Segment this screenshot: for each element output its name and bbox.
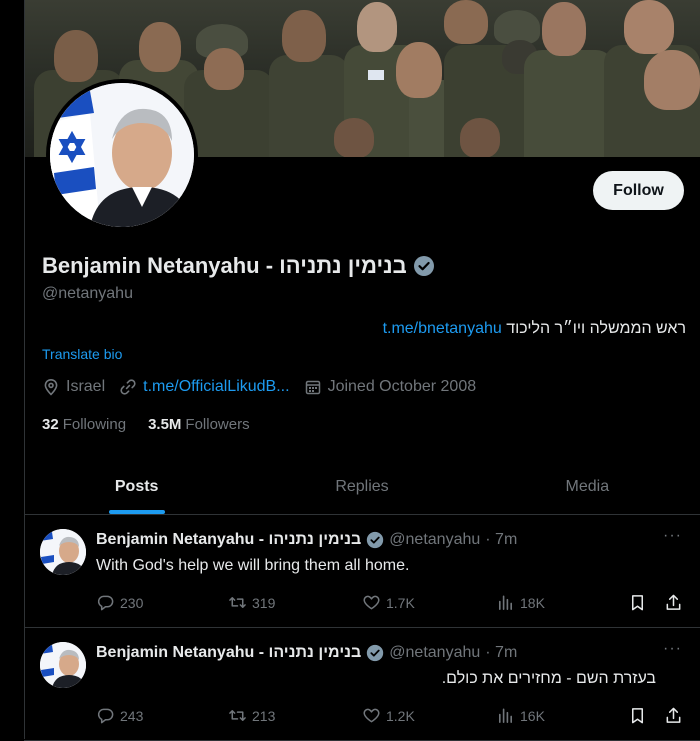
more-icon[interactable]: ··· bbox=[663, 527, 682, 545]
repost-button[interactable]: 213 bbox=[228, 706, 275, 725]
share-icon bbox=[666, 707, 681, 723]
reply-button[interactable]: 230 bbox=[96, 593, 143, 612]
post-actions: 243 213 1.2K 16K bbox=[96, 706, 686, 726]
bio-text: ראש הממשלה ויו״ר הליכוד bbox=[506, 320, 686, 337]
like-count: 1.2K bbox=[386, 707, 415, 724]
verified-badge-icon bbox=[367, 644, 384, 662]
bookmark-button[interactable] bbox=[628, 706, 647, 725]
profile-tabs: Posts Replies Media bbox=[24, 459, 700, 515]
post-author-handle[interactable]: @netanyahu bbox=[389, 531, 480, 549]
views-icon bbox=[498, 708, 513, 723]
post-item[interactable]: Benjamin Netanyahu - בנימין נתניהו @neta… bbox=[24, 515, 700, 628]
translate-bio-link[interactable]: Translate bio bbox=[42, 346, 122, 362]
post-item[interactable]: Benjamin Netanyahu - בנימין נתניהו @neta… bbox=[24, 628, 700, 741]
repost-count: 213 bbox=[252, 707, 276, 724]
share-icon bbox=[666, 594, 681, 610]
heart-icon bbox=[363, 708, 380, 723]
followers-count: 3.5M bbox=[148, 416, 182, 433]
post-timestamp[interactable]: · 7m bbox=[485, 531, 517, 549]
reply-button[interactable]: 243 bbox=[96, 706, 143, 725]
post-author-name[interactable]: Benjamin Netanyahu - בנימין נתניהו bbox=[96, 531, 361, 549]
views-icon bbox=[498, 595, 513, 610]
profile-joined: Joined October 2008 bbox=[304, 378, 477, 396]
tab-replies-label: Replies bbox=[335, 477, 389, 495]
profile-display-name: Benjamin Netanyahu - בנימין נתניהו bbox=[42, 253, 407, 278]
repost-icon bbox=[229, 709, 246, 722]
left-rail bbox=[0, 0, 25, 739]
tab-media-label: Media bbox=[565, 477, 610, 495]
profile-name-row: Benjamin Netanyahu - בנימין נתניהו bbox=[42, 253, 435, 279]
repost-button[interactable]: 319 bbox=[228, 593, 275, 612]
like-button[interactable]: 1.7K bbox=[362, 593, 415, 612]
post-avatar[interactable] bbox=[40, 529, 86, 575]
post-timestamp[interactable]: · 7m bbox=[485, 644, 517, 662]
profile-meta: Israel t.me/OfficialLikudB... Joined Oct… bbox=[42, 378, 490, 396]
profile-avatar-frame bbox=[46, 79, 198, 231]
tab-posts-label: Posts bbox=[114, 477, 159, 495]
website-link[interactable]: t.me/OfficialLikudB... bbox=[143, 378, 289, 396]
follow-button[interactable]: Follow bbox=[593, 171, 684, 210]
active-tab-indicator bbox=[108, 510, 165, 514]
bio-link[interactable]: t.me/bnetanyahu bbox=[383, 320, 502, 337]
views-button[interactable]: 18K bbox=[496, 593, 545, 612]
reply-icon bbox=[97, 595, 114, 611]
following-count: 32 bbox=[42, 416, 59, 433]
tab-posts[interactable]: Posts bbox=[24, 459, 249, 514]
more-icon[interactable]: ··· bbox=[663, 640, 682, 658]
profile-location: Israel bbox=[42, 378, 105, 396]
views-count: 16K bbox=[520, 707, 545, 724]
bookmark-icon bbox=[631, 595, 644, 611]
post-text: בעזרת השם - מחזירים את כולם. bbox=[441, 670, 656, 687]
profile-handle: @netanyahu bbox=[42, 285, 133, 302]
share-button[interactable] bbox=[664, 706, 683, 725]
reply-icon bbox=[97, 708, 114, 724]
post-text: With God's help we will bring them all h… bbox=[96, 557, 410, 574]
link-icon bbox=[120, 379, 136, 395]
post-actions: 230 319 1.7K 18K bbox=[96, 593, 686, 613]
tab-media[interactable]: Media bbox=[475, 459, 700, 514]
profile-stats: 32 Following 3.5M Followers bbox=[42, 416, 250, 433]
repost-count: 319 bbox=[252, 594, 276, 611]
profile-bio: t.me/bnetanyahu ראש הממשלה ויו״ר הליכוד bbox=[383, 320, 686, 338]
share-button[interactable] bbox=[664, 593, 683, 612]
post-header: Benjamin Netanyahu - בנימין נתניהו @neta… bbox=[96, 531, 517, 549]
views-count: 18K bbox=[520, 594, 545, 611]
reply-count: 243 bbox=[120, 707, 144, 724]
followers-label: Followers bbox=[185, 416, 250, 433]
tab-replies[interactable]: Replies bbox=[249, 459, 474, 514]
profile-avatar[interactable] bbox=[50, 83, 194, 227]
location-text: Israel bbox=[66, 378, 106, 395]
following-stat[interactable]: 32 Following bbox=[42, 416, 126, 433]
bookmark-button[interactable] bbox=[628, 593, 647, 612]
following-label: Following bbox=[62, 416, 127, 433]
post-author-name[interactable]: Benjamin Netanyahu - בנימין נתניהו bbox=[96, 644, 361, 662]
repost-icon bbox=[229, 596, 246, 609]
calendar-icon bbox=[305, 380, 320, 395]
followers-stat[interactable]: 3.5M Followers bbox=[148, 416, 250, 433]
joined-text: Joined October 2008 bbox=[327, 378, 477, 395]
like-count: 1.7K bbox=[386, 594, 415, 611]
verified-badge-icon[interactable] bbox=[413, 255, 435, 277]
heart-icon bbox=[363, 595, 380, 610]
post-header: Benjamin Netanyahu - בנימין נתניהו @neta… bbox=[96, 644, 517, 662]
post-author-handle[interactable]: @netanyahu bbox=[389, 644, 480, 662]
post-avatar[interactable] bbox=[40, 642, 86, 688]
profile-website: t.me/OfficialLikudB... bbox=[119, 378, 290, 396]
verified-badge-icon bbox=[367, 531, 384, 549]
reply-count: 230 bbox=[120, 594, 144, 611]
location-pin-icon bbox=[44, 378, 58, 396]
like-button[interactable]: 1.2K bbox=[362, 706, 415, 725]
views-button[interactable]: 16K bbox=[496, 706, 545, 725]
bookmark-icon bbox=[631, 708, 644, 724]
